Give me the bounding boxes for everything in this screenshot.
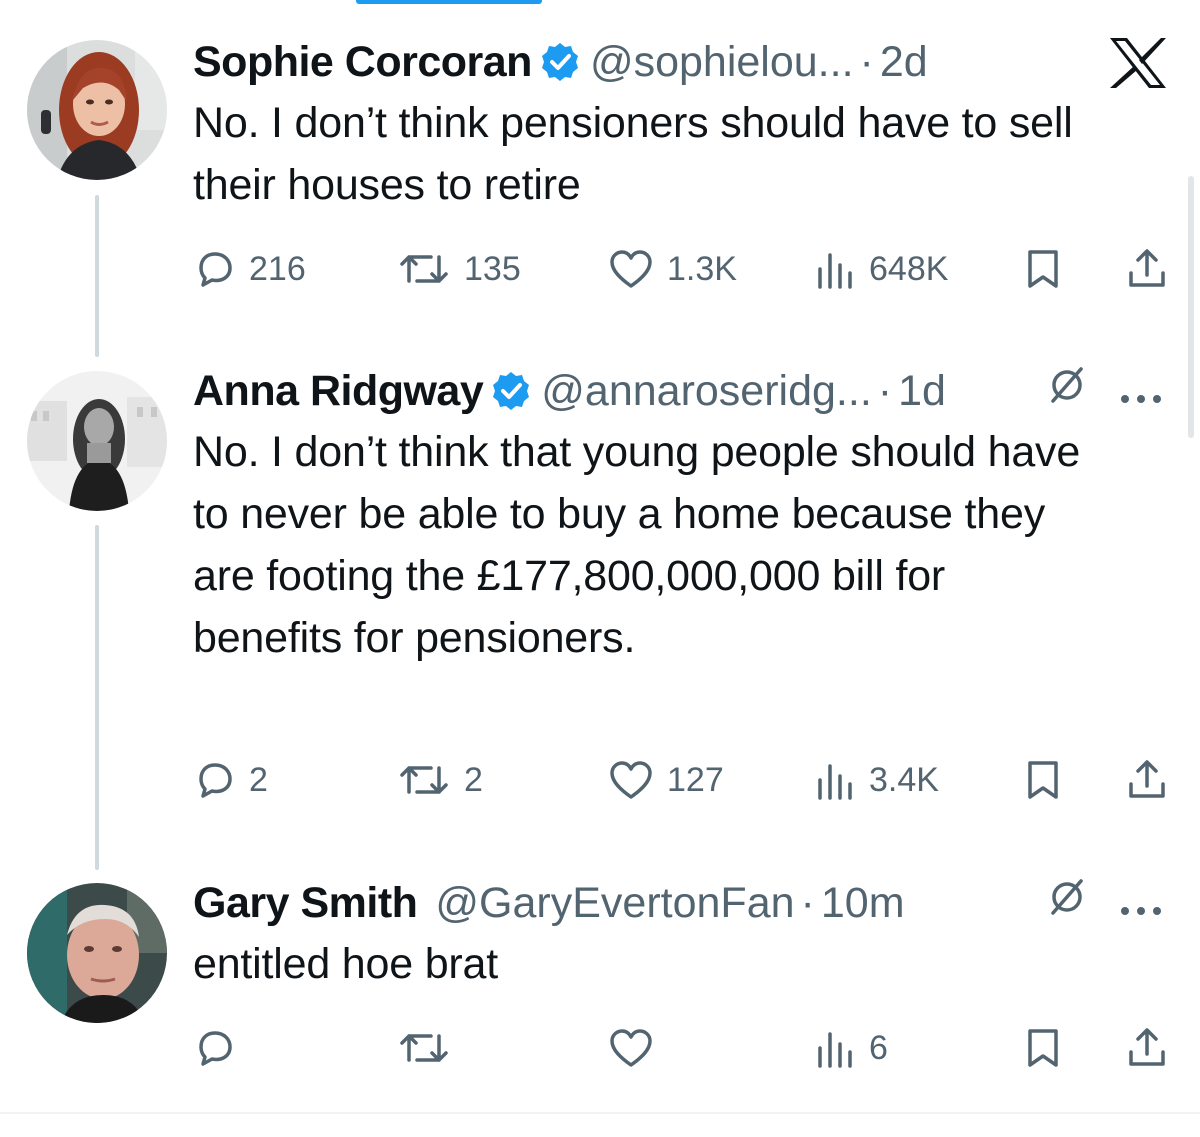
tweet-content: Gary Smith @GaryEvertonFan · 10m entitled h… — [193, 877, 1170, 995]
reply-button[interactable]: 2 — [193, 755, 268, 805]
verified-badge-icon — [540, 42, 580, 82]
tweet-text: No. I don’t think pensioners should have… — [193, 99, 1073, 209]
share-button[interactable] — [1125, 244, 1169, 294]
views-icon — [813, 1026, 857, 1070]
divider — [0, 1112, 1200, 1114]
separator-dot: · — [859, 38, 874, 86]
author-name[interactable]: Gary Smith — [193, 879, 418, 927]
share-icon — [1125, 1026, 1169, 1070]
bookmark-button[interactable] — [1023, 1023, 1063, 1073]
repost-icon — [396, 247, 452, 291]
action-bar: 216 135 1.3K 648K — [193, 244, 1170, 294]
repost-button[interactable] — [396, 1023, 464, 1073]
avatar[interactable] — [27, 883, 167, 1023]
views-icon — [813, 247, 857, 291]
bookmark-button[interactable] — [1023, 244, 1063, 294]
share-button[interactable] — [1125, 755, 1169, 805]
share-icon — [1125, 247, 1169, 291]
bookmark-icon — [1023, 247, 1063, 291]
timestamp[interactable]: 10m — [821, 879, 905, 927]
separator-dot: · — [877, 367, 893, 415]
more-options-icon[interactable] — [1119, 365, 1163, 417]
tweet-text: No. I don’t think that young people shou… — [193, 428, 1081, 662]
reply-button[interactable]: 216 — [193, 244, 306, 294]
share-button[interactable] — [1125, 1023, 1169, 1073]
bookmark-button[interactable] — [1023, 755, 1063, 805]
author-handle[interactable]: @annaroseridg... — [541, 367, 872, 415]
like-button[interactable]: 1.3K — [607, 244, 737, 294]
author-handle[interactable]: @sophielou... — [590, 38, 854, 86]
reply-icon — [193, 247, 237, 291]
views-count: 3.4K — [869, 760, 939, 799]
tweet-text: entitled hoe brat — [193, 940, 498, 988]
reply-button[interactable] — [193, 1023, 249, 1073]
reply-count: 2 — [249, 760, 268, 799]
like-button[interactable] — [607, 1023, 667, 1073]
like-count: 127 — [667, 760, 724, 799]
repost-button[interactable]: 135 — [396, 244, 521, 294]
views-button[interactable]: 6 — [813, 1023, 888, 1073]
bookmark-icon — [1023, 1026, 1063, 1070]
reply-icon — [193, 1026, 237, 1070]
share-icon — [1125, 758, 1169, 802]
timestamp[interactable]: 2d — [880, 38, 928, 86]
avatar[interactable] — [27, 40, 167, 180]
reply-icon — [193, 758, 237, 802]
verified-badge-icon — [491, 371, 531, 411]
tweet-content: Anna Ridgway @annaroseridg... · 1d No. I do… — [193, 365, 1170, 669]
like-button[interactable]: 127 — [607, 755, 724, 805]
tweet-header: Gary Smith @GaryEvertonFan · 10m — [193, 877, 1170, 929]
reply-count: 216 — [249, 249, 306, 288]
more-options-icon[interactable] — [1119, 877, 1163, 929]
repost-count: 2 — [464, 760, 483, 799]
tweet[interactable]: Gary Smith @GaryEvertonFan · 10m entitled h… — [0, 877, 1200, 1097]
action-bar: 6 — [193, 1023, 1170, 1073]
heart-icon — [607, 247, 655, 291]
author-name[interactable]: Sophie Corcoran — [193, 38, 532, 86]
views-count: 6 — [869, 1028, 888, 1067]
repost-button[interactable]: 2 — [396, 755, 483, 805]
author-handle[interactable]: @GaryEvertonFan — [435, 879, 794, 927]
views-button[interactable]: 3.4K — [813, 755, 939, 805]
avatar[interactable] — [27, 371, 167, 511]
action-bar: 2 2 127 3.4K — [193, 755, 1170, 805]
header-actions — [1045, 877, 1163, 929]
top-tab-indicator — [356, 0, 542, 4]
repost-icon — [396, 758, 452, 802]
tweet[interactable]: Anna Ridgway @annaroseridg... · 1d No. I do… — [0, 365, 1200, 815]
bookmark-icon — [1023, 758, 1063, 802]
tweet-header: Sophie Corcoran @sophielou... · 2d — [193, 36, 1170, 88]
tweet-header: Anna Ridgway @annaroseridg... · 1d — [193, 365, 1170, 417]
views-count: 648K — [869, 249, 949, 288]
tweet-content: Sophie Corcoran @sophielou... · 2d No. I do… — [193, 36, 1170, 216]
views-button[interactable]: 648K — [813, 244, 948, 294]
separator-dot: · — [800, 879, 815, 927]
timestamp[interactable]: 1d — [898, 367, 946, 415]
views-icon — [813, 758, 857, 802]
heart-icon — [607, 758, 655, 802]
grok-icon[interactable] — [1045, 363, 1089, 419]
heart-icon — [607, 1026, 655, 1070]
grok-icon[interactable] — [1045, 875, 1089, 931]
author-name[interactable]: Anna Ridgway — [193, 367, 484, 415]
repost-count: 135 — [464, 249, 521, 288]
repost-icon — [396, 1026, 452, 1070]
tweet[interactable]: Sophie Corcoran @sophielou... · 2d No. I do… — [0, 36, 1200, 336]
like-count: 1.3K — [667, 249, 737, 288]
header-actions — [1045, 365, 1163, 417]
